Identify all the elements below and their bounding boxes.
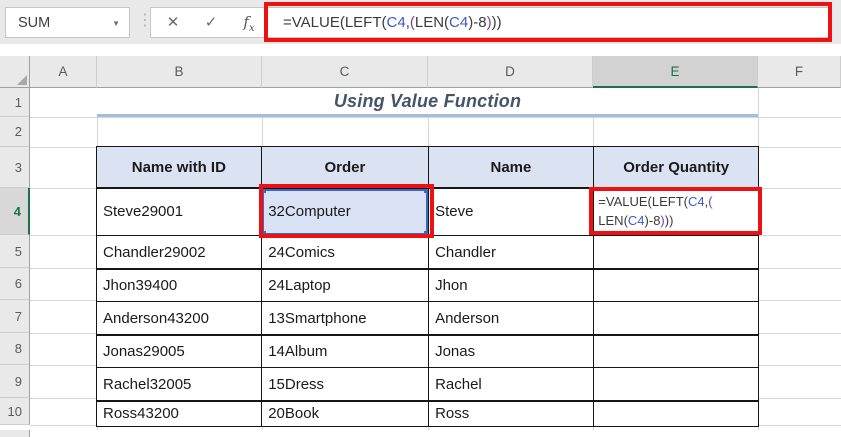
cell-name[interactable]: Jhon: [429, 269, 593, 301]
row-header-3[interactable]: 3: [0, 147, 30, 188]
cell-name[interactable]: Rachel: [429, 368, 593, 400]
cell-name-with-id[interactable]: Steve29001: [97, 188, 261, 235]
column-header-a[interactable]: A: [30, 56, 97, 88]
range-handle-icon[interactable]: [262, 230, 267, 235]
row-header-9[interactable]: 9: [0, 365, 30, 398]
fx-x: x: [248, 23, 255, 34]
cell-order[interactable]: 20Book: [262, 401, 428, 426]
formula-token: )): [491, 14, 502, 31]
cell-order[interactable]: 14Album: [262, 335, 428, 367]
formula-bar-strip: SUM ▼ ⋮ ✕ ✓ fx =VALUE(LEFT(C4,(LEN(C4)-8…: [0, 0, 841, 44]
table-header-cell[interactable]: Name: [429, 147, 593, 187]
row-header-7[interactable]: 7: [0, 300, 30, 333]
formula-token: =VALUE(LEFT(: [283, 14, 387, 31]
formula-token: C4: [386, 14, 406, 31]
data-table: Name with ID Order Name Order Quantity Steve…: [96, 146, 759, 427]
formula-token: (: [708, 193, 713, 209]
cell-e4-active-formula[interactable]: =VALUE(LEFT(C4,(LEN(C4)-8))): [594, 188, 758, 235]
formula-token: C4: [627, 213, 645, 228]
formula-input[interactable]: =VALUE(LEFT(C4,(LEN(C4)-8))): [283, 8, 502, 37]
cell-order-quantity[interactable]: [594, 236, 758, 268]
cell-order-quantity[interactable]: [594, 302, 758, 334]
excel-window: SUM ▼ ⋮ ✕ ✓ fx =VALUE(LEFT(C4,(LEN(C4)-8…: [0, 0, 841, 437]
formula-line: =VALUE(LEFT(C4,(: [598, 192, 758, 212]
title-underline: [97, 114, 758, 117]
row-header-2[interactable]: 2: [0, 117, 30, 147]
row-header-4[interactable]: 4: [0, 188, 30, 235]
cell-c4-order-referenced[interactable]: 32Computer: [262, 188, 428, 235]
formula-line: LEN(C4)-8))): [598, 211, 758, 231]
formula-token: =VALUE(LEFT(: [598, 193, 688, 209]
formula-token: )-8: [644, 213, 661, 228]
row-header-10[interactable]: 10: [0, 398, 30, 425]
column-header-f[interactable]: F: [758, 56, 841, 88]
name-box[interactable]: SUM ▼: [5, 7, 130, 38]
cell-name[interactable]: Jonas: [429, 335, 593, 367]
cell-name[interactable]: Steve: [429, 188, 593, 235]
table-header-cell[interactable]: Order: [262, 147, 428, 187]
cell-order-quantity[interactable]: [594, 401, 758, 426]
cell-name-with-id[interactable]: Jhon39400: [97, 269, 261, 301]
cell-name-with-id[interactable]: Jonas29005: [97, 335, 261, 367]
insert-function-icon[interactable]: fx: [237, 8, 261, 37]
cell-order[interactable]: 24Comics: [262, 236, 428, 268]
row-header-1[interactable]: 1: [0, 88, 30, 117]
cell-order-quantity[interactable]: [594, 335, 758, 367]
cancel-icon[interactable]: ✕: [161, 8, 185, 37]
cell-name-with-id[interactable]: Ross43200: [97, 401, 261, 426]
column-header-e[interactable]: E: [593, 56, 758, 88]
formula-bar: ✕ ✓ fx =VALUE(LEFT(C4,(LEN(C4)-8))): [150, 7, 831, 38]
table-header-cell[interactable]: Name with ID: [97, 147, 261, 187]
cell-order-quantity[interactable]: [594, 368, 758, 400]
formula-token: )): [664, 213, 674, 228]
range-handle-icon[interactable]: [423, 188, 428, 193]
name-box-value: SUM: [18, 14, 51, 31]
cell-name-with-id[interactable]: Anderson43200: [97, 302, 261, 334]
formula-token: LEN(: [414, 14, 450, 31]
cell-order[interactable]: 13Smartphone: [262, 302, 428, 334]
cell-order[interactable]: 24Laptop: [262, 269, 428, 301]
cell-name-with-id[interactable]: Rachel32005: [97, 368, 261, 400]
range-handle-icon[interactable]: [262, 188, 267, 193]
formula-token: C4: [449, 14, 469, 31]
cell-order-quantity[interactable]: [594, 269, 758, 301]
row-header-11-partial: [0, 430, 30, 437]
cell-order[interactable]: 15Dress: [262, 368, 428, 400]
cell-name[interactable]: Anderson: [429, 302, 593, 334]
row-header-6[interactable]: 6: [0, 268, 30, 300]
cell-name[interactable]: Chandler: [429, 236, 593, 268]
sheet-title-cell[interactable]: Using Value Function: [97, 88, 758, 115]
column-header-b[interactable]: B: [97, 56, 262, 88]
gridline-horizontal: [30, 117, 841, 118]
range-handle-icon[interactable]: [423, 230, 428, 235]
row-header-5[interactable]: 5: [0, 235, 30, 268]
table-header-cell[interactable]: Order Quantity: [594, 147, 758, 187]
formula-token: )-8: [468, 14, 487, 31]
enter-icon[interactable]: ✓: [199, 8, 223, 37]
name-box-dropdown-icon[interactable]: ▼: [112, 19, 120, 28]
formula-token: LEN(: [598, 213, 628, 228]
row-header-8[interactable]: 8: [0, 333, 30, 365]
select-all-button[interactable]: [0, 56, 30, 88]
cell-name-with-id[interactable]: Chandler29002: [97, 236, 261, 268]
cell-name[interactable]: Ross: [429, 401, 593, 426]
column-header-c[interactable]: C: [262, 56, 428, 88]
column-header-d[interactable]: D: [428, 56, 593, 88]
formula-token: C4: [687, 193, 705, 209]
